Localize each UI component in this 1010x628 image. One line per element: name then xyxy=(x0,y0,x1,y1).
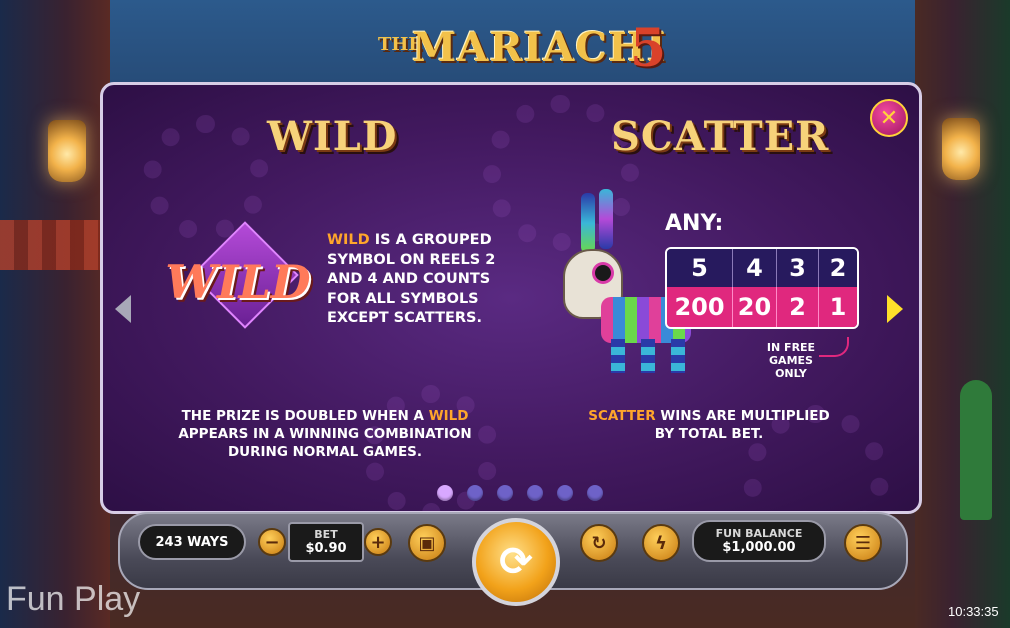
bet-label: BET xyxy=(314,527,338,541)
donkey-ear xyxy=(581,193,595,253)
close-icon: ✕ xyxy=(879,105,899,131)
paytable-count: 4 xyxy=(733,249,777,287)
lantern-left xyxy=(48,120,86,182)
flower-pattern xyxy=(143,115,269,241)
cactus-decoration xyxy=(960,380,992,520)
fun-play-label: Fun Play xyxy=(6,580,141,618)
donkey-ear xyxy=(599,189,613,249)
bet-value: $0.90 xyxy=(305,540,347,556)
scatter-title: SCATTER xyxy=(611,113,830,160)
background-street-right xyxy=(915,0,1010,628)
ways-text: 243 WAYS xyxy=(155,534,229,550)
wild-note-line2: APPEARS IN A WINNING COMBINATION xyxy=(178,426,472,442)
scatter-note-line1: SCATTER WINS ARE MULTIPLIED xyxy=(588,408,830,424)
bet-decrease-button[interactable]: − xyxy=(258,528,286,556)
control-bar: 243 WAYS − BET $0.90 + ▣ ⟳ ↻ ϟ FUN BALAN… xyxy=(118,512,908,606)
previous-page-arrow-icon[interactable] xyxy=(115,295,131,323)
paytable-count: 3 xyxy=(777,249,819,287)
background-street-left xyxy=(0,0,110,628)
wild-title: WILD xyxy=(267,113,398,160)
paytable-payout: 1 xyxy=(819,287,857,327)
page-dot-5[interactable] xyxy=(557,485,573,501)
balance-display: FUN BALANCE $1,000.00 xyxy=(692,520,826,562)
minus-icon: − xyxy=(264,531,280,553)
wild-keyword: WILD xyxy=(327,232,370,248)
page-dot-2[interactable] xyxy=(467,485,483,501)
page-dot-3[interactable] xyxy=(497,485,513,501)
scatter-note: SCATTER WINS ARE MULTIPLIED BY TOTAL BET… xyxy=(579,407,839,443)
next-page-arrow-icon[interactable] xyxy=(887,295,903,323)
page-dot-4[interactable] xyxy=(527,485,543,501)
paytable-count: 5 xyxy=(667,249,733,287)
paytable-count: 2 xyxy=(819,249,857,287)
logo-number: 5 xyxy=(630,18,667,79)
donkey-leg xyxy=(671,339,685,373)
wild-double-note: THE PRIZE IS DOUBLED WHEN A WILD APPEARS… xyxy=(175,407,475,461)
wild-symbol-icon: WILD xyxy=(165,221,311,345)
info-icon: ▣ xyxy=(418,532,436,554)
info-button[interactable]: ▣ xyxy=(408,524,446,562)
balance-value: $1,000.00 xyxy=(722,539,796,555)
spin-button[interactable]: ⟳ xyxy=(472,518,560,606)
plus-icon: + xyxy=(370,531,386,553)
lightning-icon: ϟ xyxy=(655,532,667,554)
free-games-only-note: IN FREE GAMES ONLY xyxy=(766,341,816,380)
paytable-panel: WILD SCATTER ✕ WILD WILD IS A GROUPED SY… xyxy=(100,82,922,514)
spin-icon: ⟳ xyxy=(499,539,533,585)
close-button[interactable]: ✕ xyxy=(870,99,908,137)
donkey-leg xyxy=(641,339,655,373)
wild-description: WILD IS A GROUPED SYMBOL ON REELS 2 AND … xyxy=(327,231,497,329)
page-dot-1[interactable] xyxy=(437,485,453,501)
donkey-leg xyxy=(611,339,625,373)
background-awning xyxy=(0,220,100,270)
game-logo: THE MARIACHI 5 xyxy=(378,18,678,79)
menu-button[interactable]: ☰ xyxy=(844,524,882,562)
paytable-payout: 2 xyxy=(777,287,819,327)
logo-title: MARIACHI xyxy=(412,24,667,71)
turbo-button[interactable]: ϟ xyxy=(642,524,680,562)
scatter-paytable: 5 4 3 2 200 20 2 1 xyxy=(665,247,859,329)
menu-icon: ☰ xyxy=(854,532,872,554)
donkey-eye xyxy=(595,265,611,281)
scatter-any-label: ANY: xyxy=(665,211,724,236)
scatter-note-line2: BY TOTAL BET. xyxy=(654,426,764,442)
wild-symbol-text: WILD xyxy=(165,255,311,309)
ways-display: 243 WAYS xyxy=(138,524,246,560)
page-indicator xyxy=(437,485,603,501)
paytable-payout: 200 xyxy=(667,287,733,327)
balance-label: FUN BALANCE xyxy=(715,526,803,540)
paytable-payout: 20 xyxy=(733,287,777,327)
lantern-right xyxy=(942,118,980,180)
wild-note-line1: THE PRIZE IS DOUBLED WHEN A WILD xyxy=(181,408,469,424)
curved-arrow-icon xyxy=(819,337,849,357)
bet-increase-button[interactable]: + xyxy=(364,528,392,556)
wild-note-line3: DURING NORMAL GAMES. xyxy=(227,444,423,460)
autoplay-icon: ↻ xyxy=(591,532,607,554)
autoplay-button[interactable]: ↻ xyxy=(580,524,618,562)
bet-display: BET $0.90 xyxy=(288,522,364,562)
page-dot-6[interactable] xyxy=(587,485,603,501)
clock: 10:33:35 xyxy=(948,604,999,619)
